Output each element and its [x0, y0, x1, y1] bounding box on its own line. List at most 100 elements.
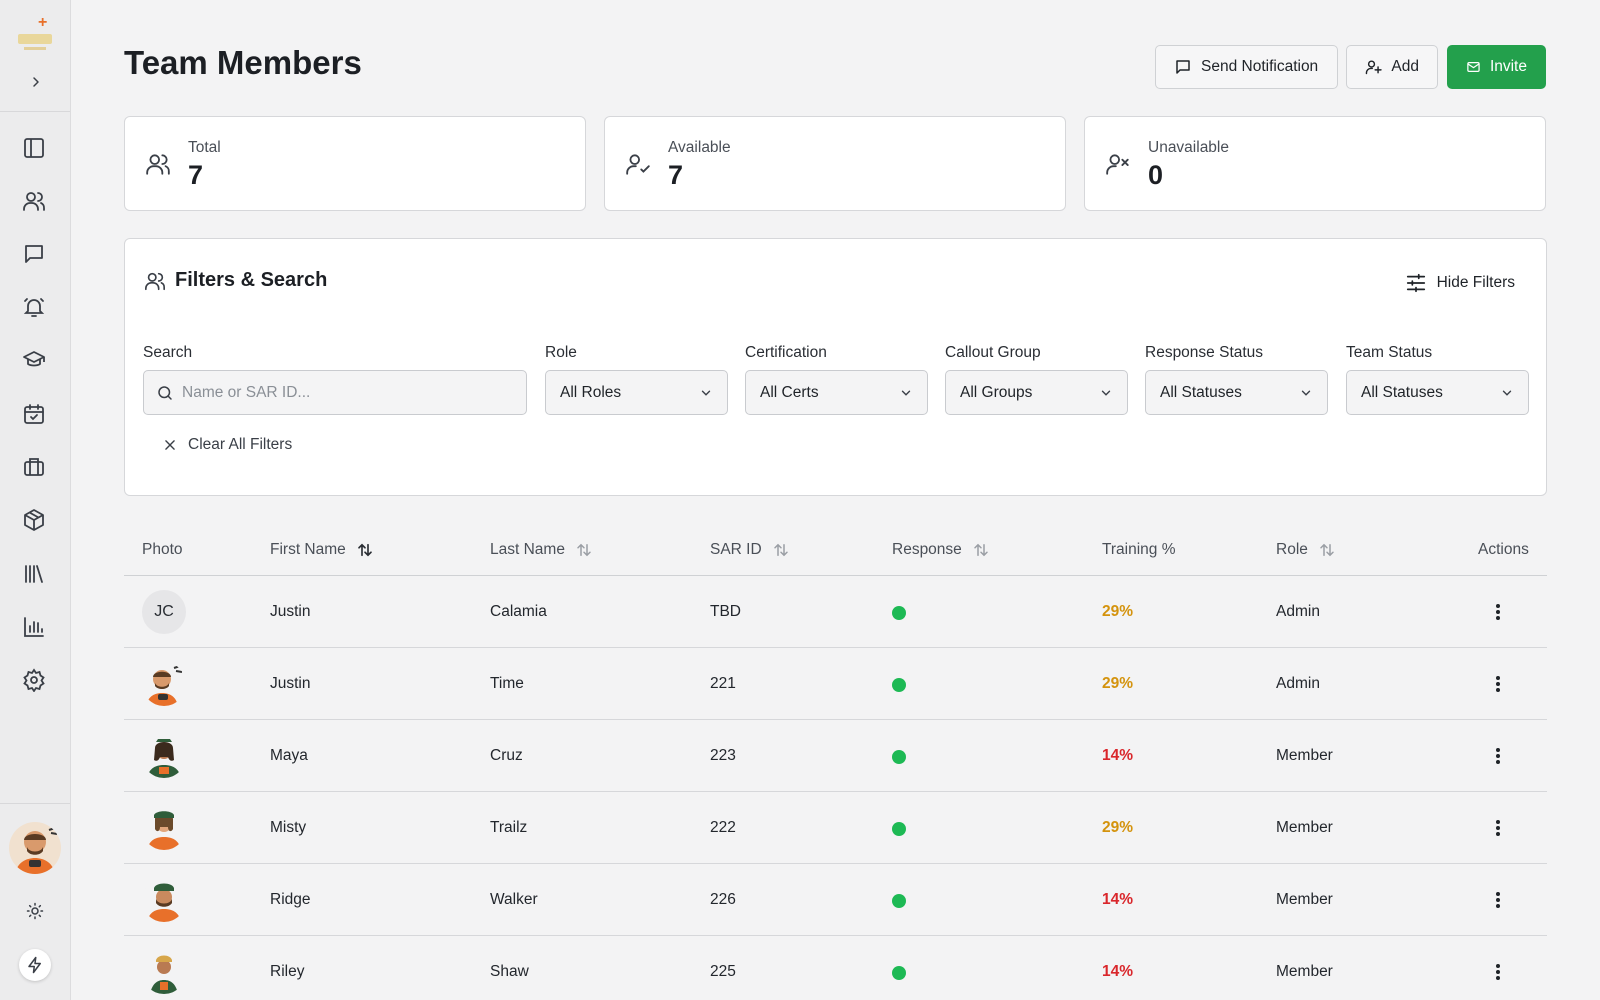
calendar-check-icon [24, 404, 44, 424]
table-row[interactable]: JC Justin Calamia TBD 29% Admin [124, 576, 1547, 648]
training-percent: 14% [1102, 747, 1134, 764]
clear-filters-button[interactable]: Clear All Filters [163, 436, 292, 454]
team-logo[interactable]: + [16, 14, 56, 54]
row-actions-menu[interactable] [1486, 814, 1510, 842]
role-filter-select[interactable]: All Roles [545, 370, 728, 415]
users-icon [144, 270, 166, 297]
response-status-filter-select[interactable]: All Statuses [1145, 370, 1328, 415]
sidebar-item-training[interactable] [17, 343, 51, 377]
more-vertical-icon [1496, 748, 1500, 764]
user-plus-icon [1365, 60, 1382, 75]
hide-filters-button[interactable]: Hide Filters [1405, 272, 1515, 294]
column-label: Training % [1102, 541, 1176, 558]
quick-action-button[interactable] [19, 949, 51, 981]
sar-id-cell: 226 [710, 891, 736, 908]
column-role[interactable]: Role [1276, 541, 1336, 559]
current-user-avatar[interactable] [9, 822, 61, 874]
sidebar-item-alerts[interactable] [17, 290, 51, 324]
training-percent: 29% [1102, 675, 1134, 692]
training-percent: 29% [1102, 819, 1134, 836]
sidebar-item-members[interactable] [17, 184, 51, 218]
search-label: Search [143, 344, 193, 361]
training-percent: 29% [1102, 603, 1134, 620]
sidebar-divider [0, 111, 70, 112]
message-icon [1176, 60, 1190, 74]
first-name-cell: Ridge [270, 891, 311, 908]
row-actions-menu[interactable] [1486, 958, 1510, 986]
column-first-name[interactable]: First Name [270, 541, 374, 559]
response-status-dot [892, 750, 906, 764]
role-filter-value: All Roles [560, 383, 622, 401]
sidebar-item-missions[interactable] [17, 450, 51, 484]
sidebar-item-messages[interactable] [17, 237, 51, 271]
sidebar-item-reports[interactable] [17, 610, 51, 644]
callout-group-filter-select[interactable]: All Groups [945, 370, 1128, 415]
column-photo: Photo [142, 541, 183, 559]
table-row[interactable]: Maya Cruz 223 14% Member [124, 720, 1547, 792]
training-percent: 14% [1102, 963, 1134, 980]
sort-icon [773, 543, 788, 557]
invite-button[interactable]: Invite [1447, 45, 1546, 89]
team-status-filter-label: Team Status [1346, 344, 1433, 361]
page-title: Team Members [124, 44, 362, 81]
response-status-dot [892, 822, 906, 836]
search-field[interactable] [143, 370, 527, 415]
sidebar: + [0, 0, 71, 1000]
sidebar-item-calendar[interactable] [17, 397, 51, 431]
column-last-name[interactable]: Last Name [490, 541, 593, 559]
sidebar-item-library[interactable] [17, 557, 51, 591]
bell-ring-icon [23, 298, 45, 317]
column-training: Training % [1102, 541, 1176, 559]
chevron-down-icon [701, 390, 711, 396]
send-notification-button[interactable]: Send Notification [1155, 45, 1338, 89]
table-row[interactable]: Ridge Walker 226 14% Member [124, 864, 1547, 936]
theme-toggle-button[interactable] [23, 899, 47, 923]
sidebar-item-equipment[interactable] [17, 503, 51, 537]
add-member-button[interactable]: Add [1346, 45, 1438, 89]
sar-id-cell: TBD [710, 603, 741, 620]
clear-filters-label: Clear All Filters [188, 436, 293, 453]
role-cell: Member [1276, 747, 1333, 764]
row-actions-menu[interactable] [1486, 886, 1510, 914]
column-label: Actions [1478, 541, 1529, 558]
bar-chart-icon [24, 617, 44, 637]
stat-card-unavailable: Unavailable 0 [1084, 116, 1546, 211]
avatar [142, 878, 186, 922]
column-label: First Name [270, 541, 346, 558]
column-sar-id[interactable]: SAR ID [710, 541, 790, 559]
column-response[interactable]: Response [892, 541, 990, 559]
sort-icon [577, 543, 591, 557]
sar-id-cell: 225 [710, 963, 736, 980]
row-actions-menu[interactable] [1486, 670, 1510, 698]
stat-label: Available [668, 139, 731, 156]
sun-icon [26, 902, 44, 920]
role-cell: Member [1276, 891, 1333, 908]
chevron-down-icon [1502, 390, 1512, 396]
first-name-cell: Riley [270, 963, 305, 980]
team-status-filter-select[interactable]: All Statuses [1346, 370, 1529, 415]
sar-id-cell: 222 [710, 819, 736, 836]
bolt-icon [28, 956, 41, 974]
last-name-cell: Shaw [490, 963, 529, 980]
table-row[interactable]: Riley Shaw 225 14% Member [124, 936, 1547, 1000]
stat-label: Total [188, 139, 221, 156]
row-actions-menu[interactable] [1486, 598, 1510, 626]
chevron-down-icon [1301, 390, 1311, 396]
first-name-cell: Justin [270, 675, 311, 692]
chevron-down-icon [901, 390, 911, 396]
table-row[interactable]: Justin Time 221 29% Admin [124, 648, 1547, 720]
user-check-icon [625, 151, 651, 182]
expand-sidebar-icon[interactable] [24, 70, 48, 94]
last-name-cell: Cruz [490, 747, 523, 764]
response-status-dot [892, 606, 906, 620]
sidebar-item-dashboard[interactable] [17, 131, 51, 165]
table-row[interactable]: Misty Trailz 222 29% Member [124, 792, 1547, 864]
row-actions-menu[interactable] [1486, 742, 1510, 770]
certification-filter-label: Certification [745, 344, 827, 361]
sliders-icon [1406, 273, 1425, 293]
sidebar-item-settings[interactable] [17, 663, 51, 697]
last-name-cell: Calamia [490, 603, 547, 620]
avatar [142, 806, 186, 850]
search-input[interactable] [182, 383, 512, 402]
certification-filter-select[interactable]: All Certs [745, 370, 928, 415]
